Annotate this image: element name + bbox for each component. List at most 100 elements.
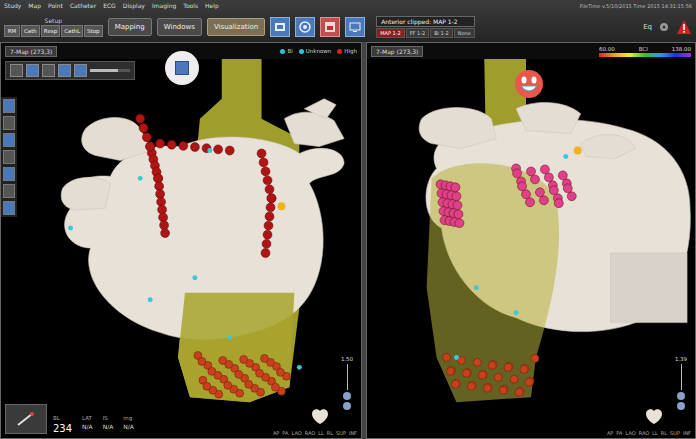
- side-tool-icon[interactable]: [3, 150, 15, 164]
- lesion-point[interactable]: [224, 381, 232, 389]
- lesion-point[interactable]: [510, 375, 518, 383]
- lesion-point[interactable]: [276, 368, 284, 376]
- setup-button[interactable]: Resp: [41, 25, 60, 37]
- lesion-point[interactable]: [489, 360, 497, 368]
- lesion-point[interactable]: [513, 169, 522, 178]
- lesion-point[interactable]: [219, 356, 227, 364]
- lesion-point[interactable]: [473, 358, 481, 366]
- menu-item[interactable]: Display: [123, 2, 145, 9]
- menu-item[interactable]: Point: [48, 2, 63, 9]
- side-tool-icon[interactable]: [3, 99, 15, 113]
- lesion-point[interactable]: [494, 373, 502, 381]
- orientation-button[interactable]: AP: [273, 430, 279, 436]
- orientation-button[interactable]: RL: [661, 430, 667, 436]
- setup-button[interactable]: Stop: [84, 25, 103, 37]
- lesion-point[interactable]: [266, 203, 275, 212]
- lesion-point[interactable]: [554, 199, 563, 208]
- lesion-point[interactable]: [488, 361, 496, 369]
- side-tool-icon[interactable]: [3, 184, 15, 198]
- lesion-point[interactable]: [539, 196, 548, 205]
- side-tool-icon[interactable]: [3, 116, 15, 130]
- lesion-point[interactable]: [267, 194, 276, 203]
- map-tab[interactable]: FF 1-2: [406, 28, 430, 38]
- tag-point[interactable]: [207, 148, 212, 153]
- lesion-point[interactable]: [245, 380, 253, 388]
- tool-icon[interactable]: [74, 64, 87, 77]
- orientation-button[interactable]: INF: [349, 430, 357, 436]
- catheter-icon[interactable]: [5, 404, 47, 434]
- lesion-point[interactable]: [157, 197, 166, 206]
- map-title[interactable]: 7-Map (273,3): [371, 46, 423, 57]
- map-canvas[interactable]: 1.50APPALAORAOLLRLSUPINFBL234LATN/AISN/A…: [1, 59, 361, 438]
- lesion-point[interactable]: [563, 184, 572, 193]
- orientation-button[interactable]: RL: [327, 430, 333, 436]
- lesion-point[interactable]: [256, 369, 264, 377]
- menu-item[interactable]: Study: [4, 2, 21, 9]
- menu-item[interactable]: ECG: [103, 2, 116, 9]
- lesion-point[interactable]: [158, 205, 167, 214]
- lesion-point[interactable]: [549, 186, 558, 195]
- lesion-point[interactable]: [526, 198, 535, 207]
- lesion-point[interactable]: [515, 388, 523, 396]
- lesion-point[interactable]: [155, 182, 164, 191]
- tag-point[interactable]: [227, 335, 232, 340]
- map-title[interactable]: 7-Map (273,3): [5, 46, 57, 57]
- menu-item[interactable]: Help: [205, 2, 219, 9]
- image-icon[interactable]: [320, 17, 340, 37]
- tag-point[interactable]: [148, 297, 153, 302]
- tag-point[interactable]: [514, 310, 519, 315]
- lesion-point[interactable]: [453, 201, 462, 210]
- lesion-point[interactable]: [479, 370, 487, 378]
- lesion-point[interactable]: [146, 142, 155, 151]
- lesion-point[interactable]: [462, 369, 470, 377]
- lesion-point[interactable]: [265, 185, 274, 194]
- orientation-button[interactable]: SUP: [670, 430, 680, 436]
- screen-icon[interactable]: [345, 17, 365, 37]
- lesion-point[interactable]: [447, 367, 455, 375]
- setup-button[interactable]: RM: [4, 25, 20, 37]
- lesion-point[interactable]: [531, 175, 540, 184]
- tag-point[interactable]: [277, 202, 285, 210]
- eq-button[interactable]: Eq: [643, 23, 652, 31]
- orientation-button[interactable]: PA: [616, 430, 622, 436]
- lesion-point[interactable]: [454, 210, 463, 219]
- lesion-point[interactable]: [478, 371, 486, 379]
- lesion-point[interactable]: [271, 383, 279, 391]
- map-tab[interactable]: None: [454, 28, 475, 38]
- heart-orientation-icon[interactable]: [643, 406, 665, 426]
- lesion-point[interactable]: [483, 384, 491, 392]
- lesion-point[interactable]: [452, 192, 461, 201]
- lesion-point[interactable]: [500, 385, 508, 393]
- lesion-point[interactable]: [156, 190, 165, 199]
- warning-icon[interactable]: [676, 19, 692, 35]
- map-icon[interactable]: [270, 17, 290, 37]
- lesion-point[interactable]: [267, 194, 276, 203]
- menu-item[interactable]: Tools: [183, 2, 198, 9]
- lesion-point[interactable]: [154, 174, 163, 183]
- lesion-point[interactable]: [160, 221, 169, 230]
- lesion-point[interactable]: [505, 362, 513, 370]
- lesion-point[interactable]: [263, 176, 272, 185]
- lesion-point[interactable]: [240, 355, 248, 363]
- lesion-point[interactable]: [504, 363, 512, 371]
- scale-indicator[interactable]: 1.39: [673, 356, 689, 410]
- map-tab[interactable]: MAP 1-2: [376, 28, 405, 38]
- lesion-point[interactable]: [526, 377, 534, 385]
- lesion-point[interactable]: [259, 158, 268, 167]
- record-icon[interactable]: [295, 17, 315, 37]
- lesion-point[interactable]: [531, 354, 539, 362]
- menu-item[interactable]: Catheter: [70, 2, 96, 9]
- lesion-point[interactable]: [451, 183, 460, 192]
- orientation-button[interactable]: RAO: [639, 430, 650, 436]
- lesion-point[interactable]: [146, 142, 155, 151]
- side-tool-icon[interactable]: [3, 133, 15, 147]
- menu-item[interactable]: Map: [28, 2, 41, 9]
- lesion-point[interactable]: [261, 167, 270, 176]
- lesion-point[interactable]: [499, 386, 507, 394]
- tool-icon[interactable]: [10, 64, 23, 77]
- orientation-button[interactable]: LAO: [625, 430, 635, 436]
- lesion-point[interactable]: [535, 188, 544, 197]
- orientation-button[interactable]: LAO: [291, 430, 301, 436]
- tag-point[interactable]: [192, 275, 197, 280]
- lesion-point[interactable]: [558, 171, 567, 180]
